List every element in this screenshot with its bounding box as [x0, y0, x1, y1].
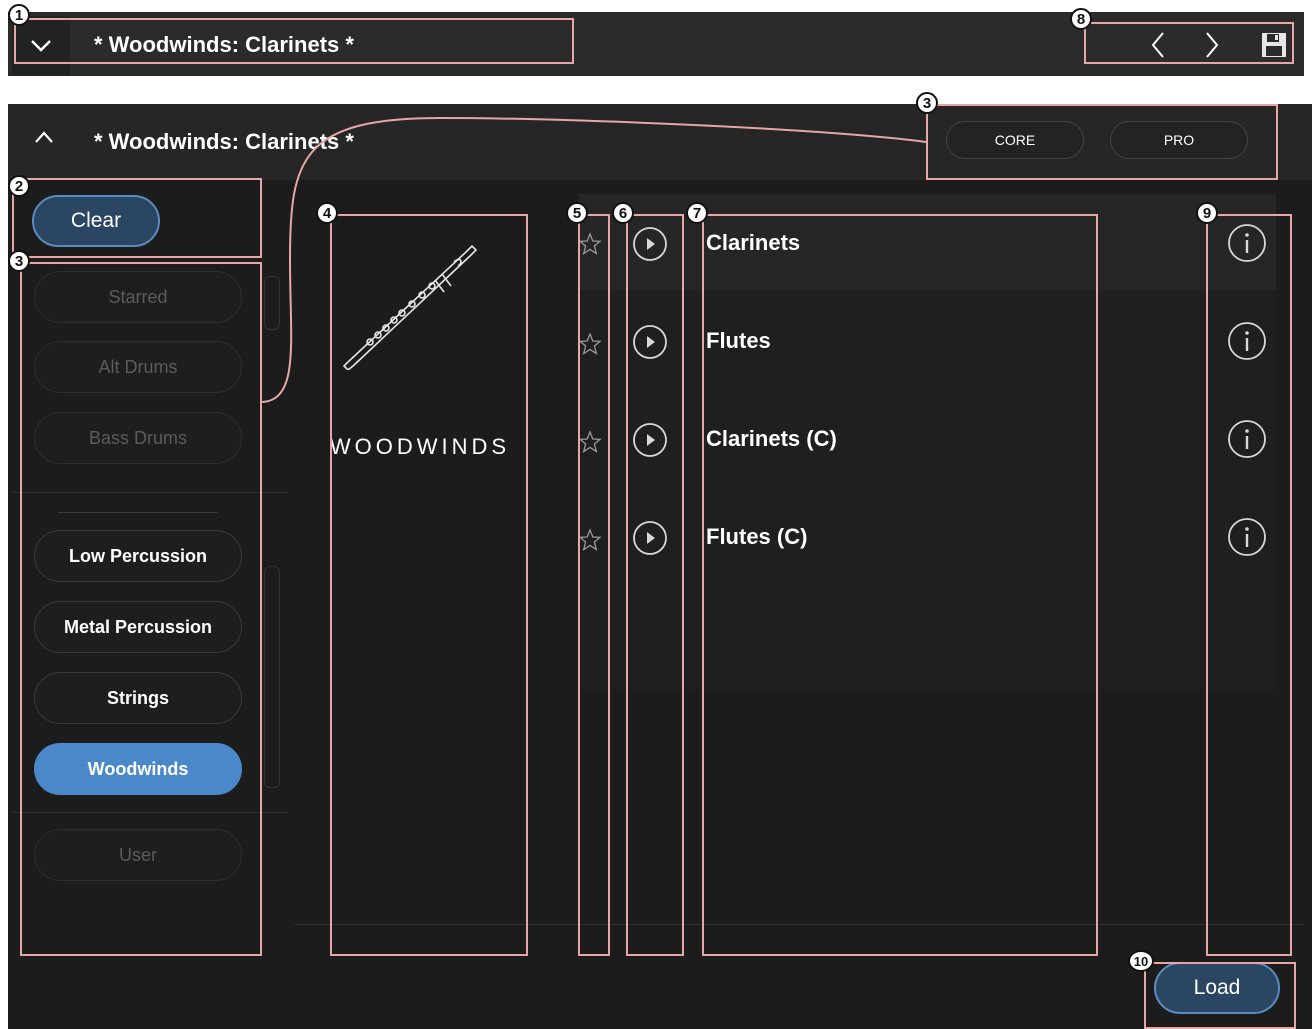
- next-preset-button[interactable]: [1198, 28, 1226, 62]
- info-icon[interactable]: [1226, 516, 1268, 558]
- clear-button[interactable]: Clear: [32, 195, 160, 247]
- preset-list: [578, 290, 1276, 690]
- info-icon[interactable]: [1226, 320, 1268, 362]
- preview-play-icon[interactable]: [632, 324, 668, 360]
- category-starred[interactable]: Starred: [34, 271, 242, 323]
- chevron-right-icon: [1206, 32, 1219, 58]
- load-button[interactable]: Load: [1154, 962, 1280, 1014]
- chevron-up-icon: [35, 131, 53, 143]
- browser-title: * Woodwinds: Clarinets *: [94, 129, 354, 154]
- category-label: WOODWINDS: [329, 434, 511, 459]
- pro-filter-button[interactable]: PRO: [1110, 121, 1248, 159]
- save-icon: [1262, 33, 1286, 57]
- preset-name[interactable]: Flutes (C): [706, 524, 807, 550]
- collapse-browser-button[interactable]: [34, 130, 54, 149]
- category-woodwinds[interactable]: Woodwinds: [34, 743, 242, 795]
- category-alt-drums[interactable]: Alt Drums: [34, 341, 242, 393]
- annotation-badge: 10: [1128, 950, 1154, 972]
- favorite-star-icon[interactable]: [578, 332, 602, 356]
- category-bass-drums[interactable]: Bass Drums: [34, 412, 242, 464]
- sidebar-divider-bottom: [12, 812, 288, 813]
- favorite-star-icon[interactable]: [578, 430, 602, 454]
- core-filter-button[interactable]: CORE: [946, 121, 1084, 159]
- footer-divider: [294, 924, 1304, 925]
- info-icon[interactable]: [1226, 222, 1268, 264]
- chevron-down-icon: [31, 40, 51, 52]
- preset-name[interactable]: Clarinets: [706, 230, 800, 256]
- annotation-badge: 2: [8, 175, 30, 197]
- annotation-badge: 3: [916, 92, 938, 114]
- sidebar-divider: [12, 492, 288, 493]
- annotation-badge: 4: [316, 202, 338, 224]
- chevron-left-icon: [1151, 32, 1164, 58]
- annotation-badge: 7: [686, 202, 708, 224]
- preset-title: * Woodwinds: Clarinets *: [94, 32, 354, 57]
- previous-preset-button[interactable]: [1144, 28, 1172, 62]
- preset-name[interactable]: Clarinets (C): [706, 426, 837, 452]
- favorite-star-icon[interactable]: [578, 232, 602, 256]
- category-user[interactable]: User: [34, 829, 242, 881]
- annotation-badge: 3: [8, 250, 30, 272]
- preview-play-icon[interactable]: [632, 226, 668, 262]
- sidebar-scroll-track-top[interactable]: [264, 276, 280, 330]
- preview-play-icon[interactable]: [632, 520, 668, 556]
- preview-play-icon[interactable]: [632, 422, 668, 458]
- sidebar-scroll-track[interactable]: [264, 566, 280, 788]
- annotation-badge: 6: [612, 202, 634, 224]
- annotation-badge: 5: [566, 202, 588, 224]
- woodwinds-image: [340, 240, 480, 372]
- annotation-badge: 8: [1070, 8, 1092, 30]
- clarinet-icon: [342, 244, 478, 372]
- favorite-star-icon[interactable]: [578, 528, 602, 552]
- category-low-percussion[interactable]: Low Percussion: [34, 530, 242, 582]
- category-strings[interactable]: Strings: [34, 672, 242, 724]
- save-button[interactable]: [1260, 28, 1288, 62]
- info-icon[interactable]: [1226, 418, 1268, 460]
- preset-row-selected[interactable]: [578, 194, 1276, 290]
- preset-name[interactable]: Flutes: [706, 328, 771, 354]
- annotation-badge: 1: [8, 4, 30, 26]
- category-metal-percussion[interactable]: Metal Percussion: [34, 601, 242, 653]
- annotation-badge: 9: [1196, 202, 1218, 224]
- sidebar-divider-short: [58, 512, 218, 513]
